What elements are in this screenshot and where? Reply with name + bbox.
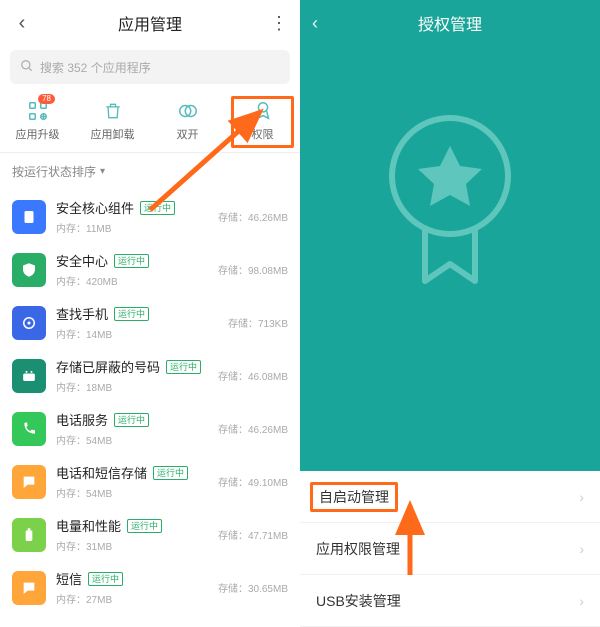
tab-label: 应用卸载: [91, 126, 135, 142]
app-icon: [12, 253, 46, 287]
app-memory: 内存：54MB: [56, 485, 210, 500]
app-row[interactable]: 存储已屏蔽的号码 运行中 内存：18MB 存储：46.08MB: [0, 349, 300, 402]
app-storage: 存储：46.08MB: [218, 368, 288, 383]
sort-label: 按运行状态排序: [12, 163, 96, 180]
ribbon-badge-icon: [300, 106, 600, 306]
tab-permissions[interactable]: 权限: [225, 100, 300, 142]
app-row[interactable]: 电话服务 运行中 内存：54MB 存储：46.26MB: [0, 402, 300, 455]
tab-row: 应用升级78 应用卸载 双开 权限: [0, 94, 300, 153]
more-icon[interactable]: ⋮: [266, 13, 290, 34]
app-name: 存储已屏蔽的号码: [56, 357, 160, 376]
app-row[interactable]: 短信 运行中 内存：27MB 存储：30.65MB: [0, 561, 300, 614]
running-tag: 运行中: [114, 254, 149, 268]
app-storage: 存储：46.26MB: [218, 209, 288, 224]
running-tag: 运行中: [166, 360, 201, 374]
right-header: ‹ 授权管理: [300, 0, 600, 46]
app-name: 电话和短信存储: [56, 463, 147, 482]
app-memory: 内存：420MB: [56, 273, 210, 288]
app-memory: 内存：14MB: [56, 326, 220, 341]
left-header: ‹ 应用管理 ⋮: [0, 0, 300, 46]
app-storage: 存储：47.71MB: [218, 527, 288, 542]
row-label: USB安装管理: [316, 591, 401, 611]
app-name: 查找手机: [56, 304, 108, 323]
tab-uninstall[interactable]: 应用卸载: [75, 100, 150, 142]
update-badge: 78: [38, 94, 55, 104]
chevron-down-icon: ▾: [100, 166, 105, 177]
app-icon: [12, 571, 46, 605]
chevron-right-icon: ›: [579, 489, 584, 505]
running-tag: 运行中: [114, 307, 149, 321]
sort-dropdown[interactable]: 按运行状态排序 ▾: [0, 153, 300, 190]
app-storage: 存储：713KB: [228, 315, 288, 330]
autostart-row[interactable]: 自启动管理 ›: [300, 471, 600, 523]
app-memory: 内存：31MB: [56, 538, 210, 553]
page-title: 应用管理: [34, 11, 266, 35]
app-icon: [12, 518, 46, 552]
tab-label: 应用升级: [16, 126, 60, 142]
running-tag: 运行中: [127, 519, 162, 533]
app-permission-row[interactable]: 应用权限管理 ›: [300, 523, 600, 575]
app-icon: [12, 359, 46, 393]
tab-upgrade[interactable]: 应用升级78: [0, 100, 75, 142]
permission-menu: 自启动管理 › 应用权限管理 › USB安装管理 ›: [300, 471, 600, 627]
app-storage: 存储：98.08MB: [218, 262, 288, 277]
page-title: 授权管理: [312, 11, 588, 35]
row-label: 应用权限管理: [316, 539, 400, 559]
app-row[interactable]: 电量和性能 运行中 内存：31MB 存储：47.71MB: [0, 508, 300, 561]
row-label: 自启动管理: [319, 489, 389, 505]
running-tag: 运行中: [114, 413, 149, 427]
running-tag: 运行中: [140, 201, 175, 215]
back-icon[interactable]: ‹: [312, 13, 332, 34]
app-memory: 内存：27MB: [56, 591, 210, 606]
app-memory: 内存：11MB: [56, 220, 210, 235]
chevron-right-icon: ›: [579, 541, 584, 557]
circles-icon: [177, 100, 199, 122]
app-row[interactable]: 查找手机 运行中 内存：14MB 存储：713KB: [0, 296, 300, 349]
app-row[interactable]: 安全中心 运行中 内存：420MB 存储：98.08MB: [0, 243, 300, 296]
app-list: 安全核心组件 运行中 内存：11MB 存储：46.26MB 安全中心 运行中 内…: [0, 190, 300, 614]
app-memory: 内存：54MB: [56, 432, 210, 447]
app-name: 短信: [56, 569, 82, 588]
app-storage: 存储：49.10MB: [218, 474, 288, 489]
app-icon: [12, 465, 46, 499]
app-name: 电量和性能: [56, 516, 121, 535]
highlight-box: [231, 96, 294, 148]
highlight-box: 自启动管理: [310, 482, 398, 512]
search-icon: [20, 59, 34, 76]
search-placeholder: 搜索 352 个应用程序: [40, 59, 151, 76]
app-name: 安全中心: [56, 251, 108, 270]
back-icon[interactable]: ‹: [10, 12, 34, 35]
app-icon: [12, 306, 46, 340]
app-storage: 存储：46.26MB: [218, 421, 288, 436]
app-name: 安全核心组件: [56, 198, 134, 217]
app-name: 电话服务: [56, 410, 108, 429]
app-memory: 内存：18MB: [56, 379, 210, 394]
app-row[interactable]: 安全核心组件 运行中 内存：11MB 存储：46.26MB: [0, 190, 300, 243]
app-icon: [12, 200, 46, 234]
app-icon: [12, 412, 46, 446]
app-storage: 存储：30.65MB: [218, 580, 288, 595]
tab-label: 双开: [177, 126, 199, 142]
usb-install-row[interactable]: USB安装管理 ›: [300, 575, 600, 627]
app-row[interactable]: 电话和短信存储 运行中 内存：54MB 存储：49.10MB: [0, 455, 300, 508]
running-tag: 运行中: [153, 466, 188, 480]
chevron-right-icon: ›: [579, 593, 584, 609]
running-tag: 运行中: [88, 572, 123, 586]
tab-dual[interactable]: 双开: [150, 100, 225, 142]
search-input[interactable]: 搜索 352 个应用程序: [10, 50, 290, 84]
trash-icon: [102, 100, 124, 122]
